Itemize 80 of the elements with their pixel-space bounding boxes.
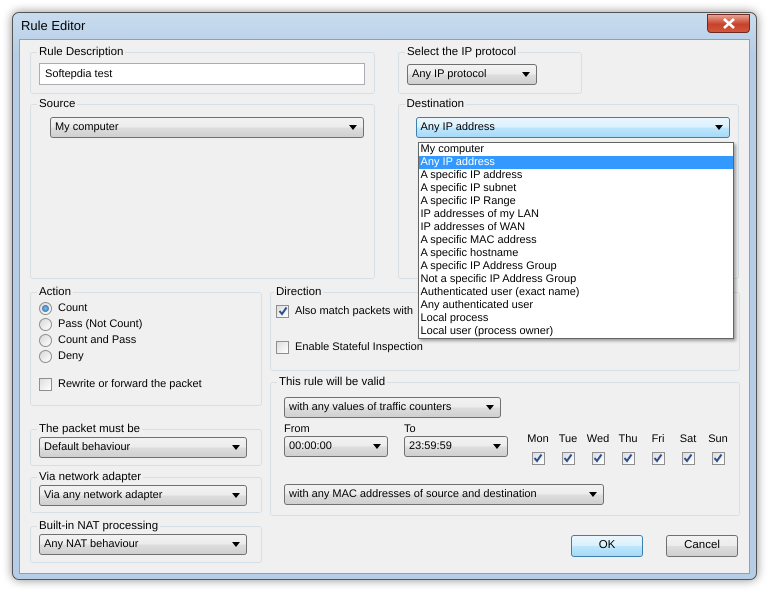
dropdown[interactable]: 23:59:59	[404, 436, 508, 457]
dropdown[interactable]: with any MAC addresses of source and destination	[284, 484, 604, 504]
field-label: To	[404, 422, 417, 436]
group-label: Built-in NAT processing	[38, 520, 160, 532]
dropdown-option[interactable]: A specific hostname	[418, 247, 732, 260]
checkbox[interactable]	[562, 452, 574, 464]
checkbox[interactable]	[622, 452, 634, 464]
caret-icon	[522, 72, 530, 77]
caret-icon	[232, 445, 240, 450]
group-label: Select the IP protocol	[406, 46, 518, 58]
radio-label[interactable]: Pass (Not Count)	[58, 316, 142, 332]
dropdown-option[interactable]: Not a specific IP Address Group	[418, 273, 732, 286]
dropdown[interactable]: with any values of traffic counters	[284, 397, 501, 418]
checkbox[interactable]	[276, 304, 289, 318]
dropdown-option[interactable]: A specific IP address	[418, 169, 732, 182]
day-label: Thu	[618, 432, 638, 447]
caret-icon	[349, 125, 357, 130]
group-label: Action	[38, 286, 72, 298]
checkbox[interactable]	[682, 452, 694, 464]
window-title: Rule Editor	[21, 17, 86, 36]
caret-icon	[589, 492, 597, 496]
checkbox-label[interactable]: Rewrite or forward the packet	[58, 376, 202, 392]
dropdown-option[interactable]: Any authenticated user	[418, 299, 732, 312]
checkbox[interactable]	[592, 452, 604, 464]
radio-button[interactable]	[39, 318, 52, 330]
group-label: Direction	[275, 286, 322, 298]
day-label: Tue	[558, 432, 578, 447]
dropdown-option[interactable]: IP addresses of WAN	[418, 221, 732, 234]
day-label: Mon	[527, 432, 549, 447]
radio-button[interactable]	[39, 334, 52, 346]
dropdown-option[interactable]: A specific IP subnet	[418, 182, 732, 195]
group-label: The packet must be	[38, 423, 141, 435]
day-label: Sun	[708, 432, 728, 447]
dropdown[interactable]: Default behaviour	[39, 437, 247, 458]
day-label: Fri	[652, 432, 664, 447]
checkbox[interactable]	[39, 378, 52, 390]
caret-icon	[373, 444, 381, 449]
group-label: Rule Description	[38, 46, 124, 58]
dropdown[interactable]: Any NAT behaviour	[39, 534, 247, 555]
checkbox[interactable]	[652, 452, 664, 464]
group-label: Destination	[406, 98, 466, 110]
caret-icon	[232, 542, 240, 547]
dropdown[interactable]: My computer	[50, 117, 364, 138]
dropdown[interactable]: Any IP address	[416, 117, 730, 138]
button[interactable]: OK	[571, 535, 643, 557]
dropdown-option[interactable]: A specific MAC address	[418, 234, 732, 247]
caret-icon	[486, 405, 494, 410]
text-field[interactable]: Softepdia test	[39, 62, 365, 85]
close-button[interactable]	[707, 14, 750, 32]
dropdown-option[interactable]: A specific IP Range	[418, 195, 732, 208]
group-label: Source	[38, 98, 76, 110]
checkbox-label[interactable]: Enable Stateful Inspection	[295, 338, 423, 356]
radio-label[interactable]: Count and Pass	[58, 332, 136, 348]
radio-button[interactable]	[39, 350, 52, 362]
dropdown-option[interactable]: IP addresses of my LAN	[418, 208, 732, 221]
checkbox-label[interactable]: Also match packets with	[295, 302, 413, 320]
radio-label[interactable]: Count	[58, 300, 88, 316]
dropdown-option[interactable]: Local process	[418, 312, 732, 325]
checkbox[interactable]	[532, 452, 544, 464]
group-label: Via network adapter	[38, 471, 142, 483]
dropdown[interactable]: Via any network adapter	[39, 485, 247, 506]
day-label: Wed	[586, 432, 610, 447]
radio-button[interactable]	[39, 302, 52, 314]
dropdown-option[interactable]: My computer	[418, 143, 732, 156]
dropdown-option[interactable]: Authenticated user (exact name)	[418, 286, 732, 299]
dropdown-option[interactable]: A specific IP Address Group	[418, 260, 732, 273]
dropdown[interactable]: Any IP protocol	[407, 64, 537, 85]
close-icon	[722, 18, 736, 28]
checkbox[interactable]	[276, 340, 289, 354]
caret-icon	[493, 444, 501, 449]
group-label: This rule will be valid	[278, 376, 386, 388]
dropdown[interactable]: 00:00:00	[284, 436, 388, 457]
field-label: From	[284, 422, 311, 436]
day-label: Sat	[680, 432, 696, 447]
checkbox[interactable]	[712, 452, 724, 464]
caret-icon	[232, 493, 240, 498]
radio-label[interactable]: Deny	[58, 348, 84, 364]
dropdown-option[interactable]: Local user (process owner)	[418, 325, 732, 338]
caret-icon	[714, 125, 722, 130]
button[interactable]: Cancel	[666, 535, 738, 557]
